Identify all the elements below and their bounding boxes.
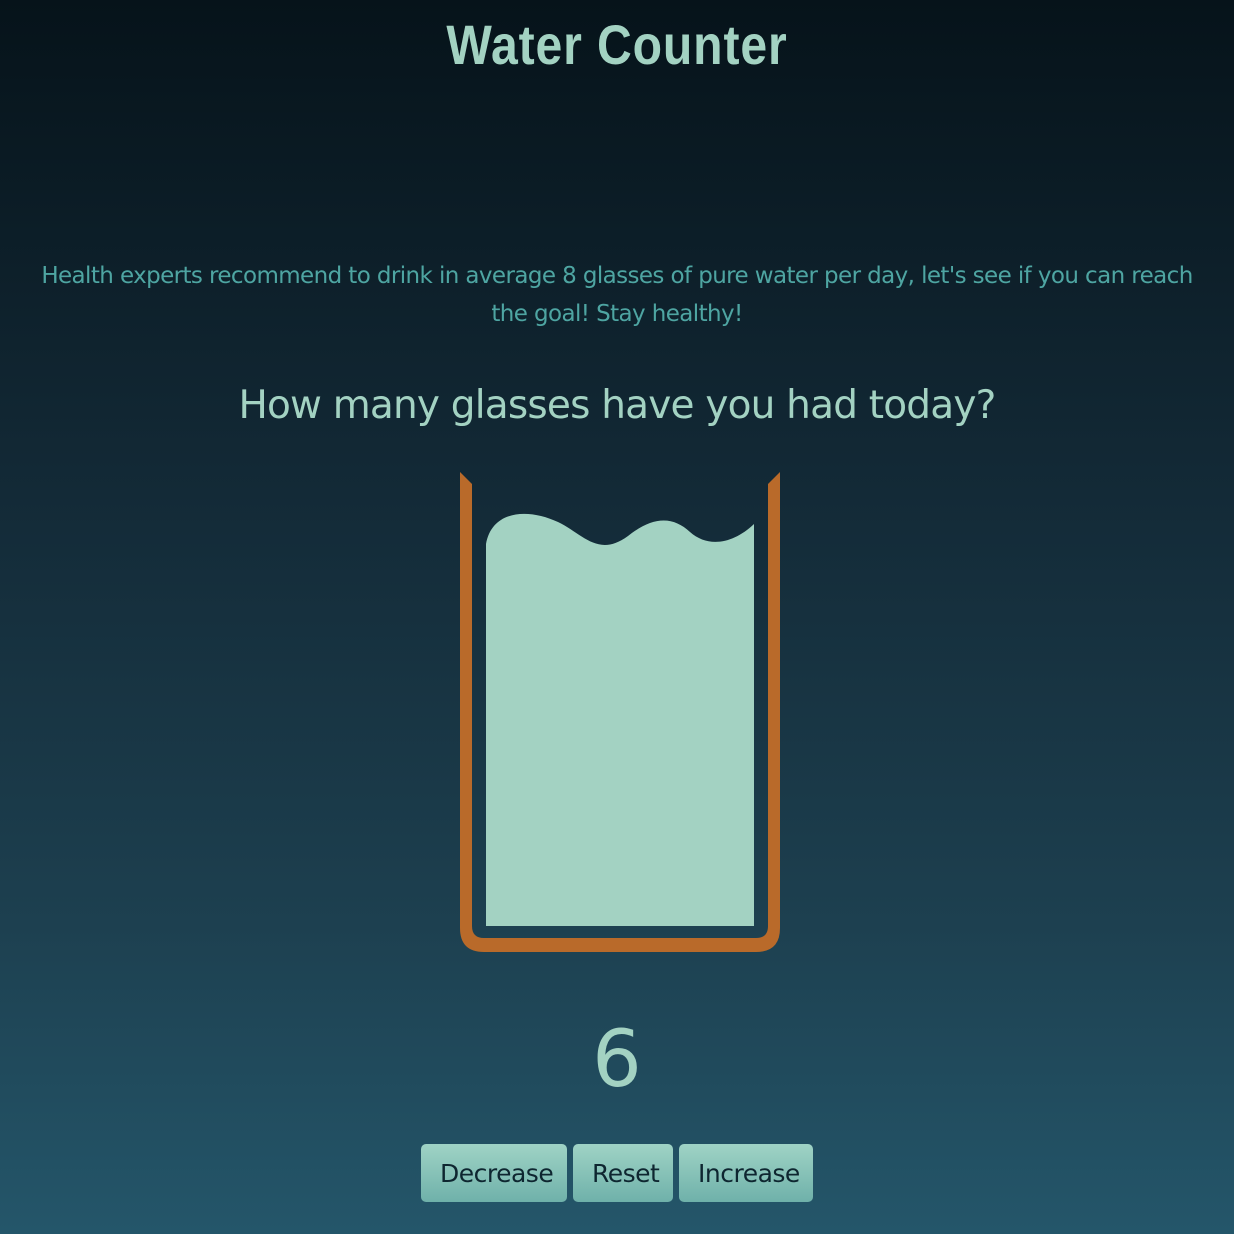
intro-text: Health experts recommend to drink in ave… (41, 263, 1193, 327)
decrease-button[interactable]: Decrease (421, 1144, 567, 1202)
increase-button[interactable]: Increase (679, 1144, 813, 1202)
button-row: Decrease Reset Increase (0, 1144, 1234, 1202)
app-title: Water Counter (446, 13, 788, 76)
water-fill (486, 513, 754, 926)
water-glass-graphic (460, 472, 780, 952)
reset-button[interactable]: Reset (573, 1144, 673, 1202)
question-heading: How many glasses have you had today? (238, 383, 996, 428)
water-glass (458, 470, 782, 954)
glass-count: 6 (592, 1015, 642, 1105)
